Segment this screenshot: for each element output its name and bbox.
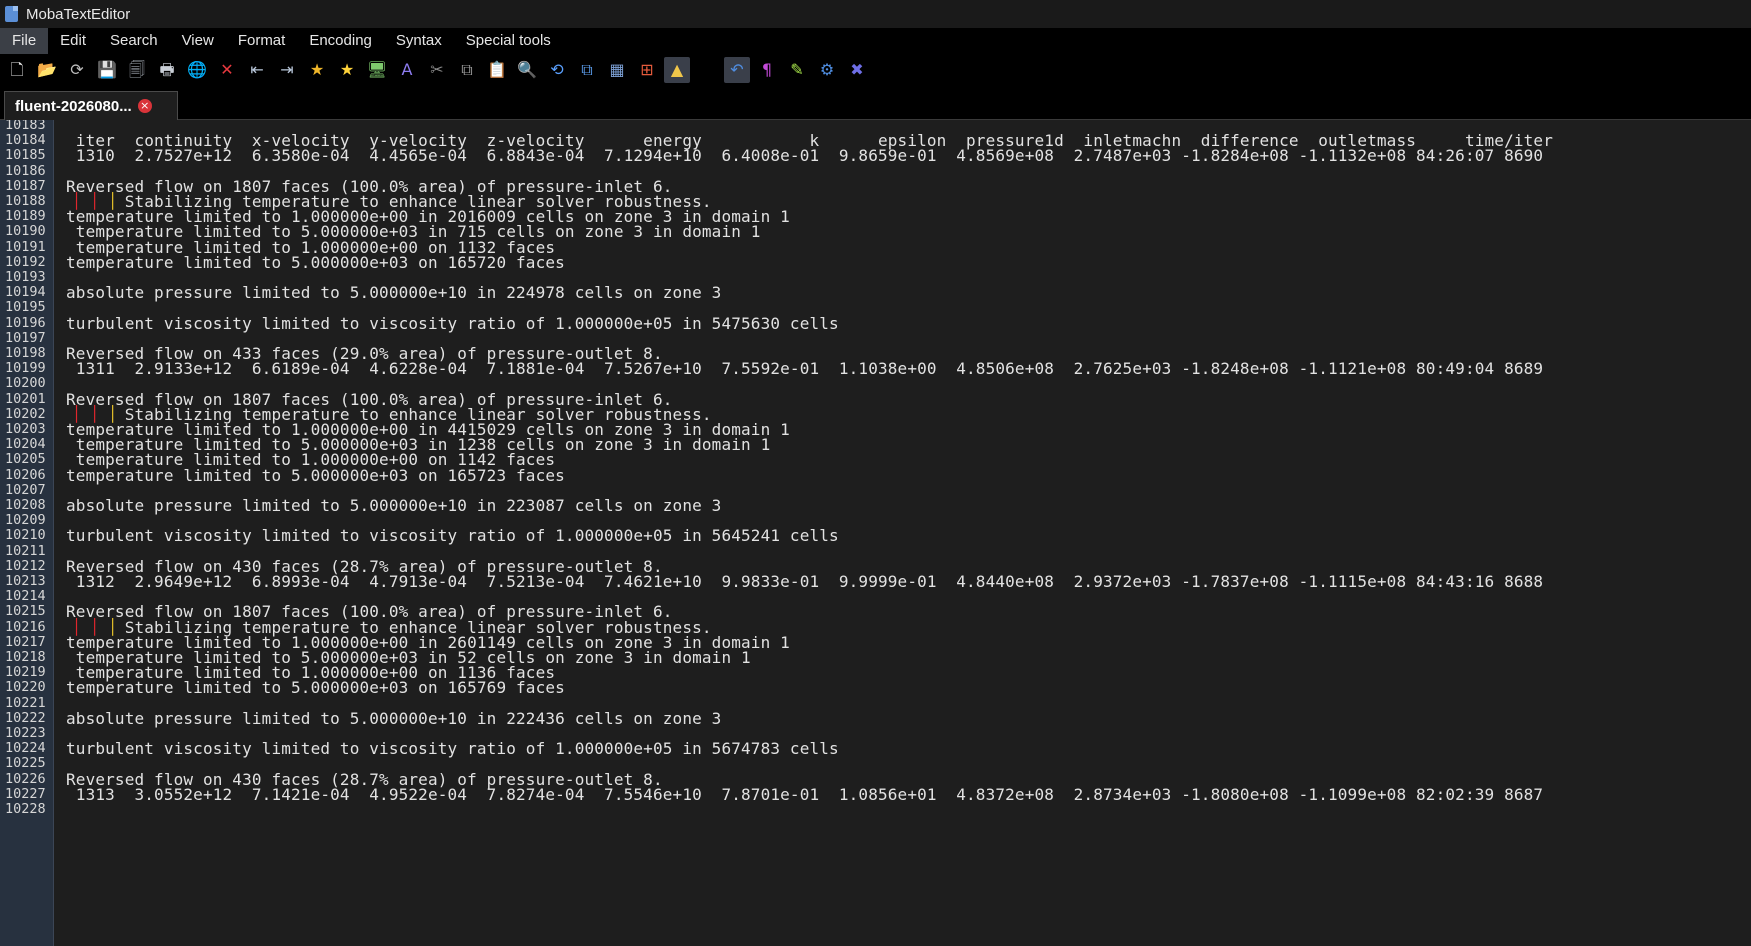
line-text: absolute pressure limited to 5.000000e+1… bbox=[66, 708, 722, 728]
title-bar: MobaTextEditor bbox=[0, 0, 1751, 28]
font-icon[interactable]: A bbox=[394, 57, 420, 83]
print-icon[interactable]: 🖶 bbox=[154, 57, 180, 83]
cut-icon[interactable]: ✂ bbox=[424, 57, 450, 83]
menu-special-tools[interactable]: Special tools bbox=[454, 28, 563, 54]
line-text: 1313 3.0552e+12 7.1421e-04 4.9522e-04 7.… bbox=[66, 784, 1544, 804]
close-icon[interactable]: ✕ bbox=[214, 57, 240, 83]
line-text: turbulent viscosity limited to viscosity… bbox=[66, 526, 839, 546]
line-text: 1310 2.7527e+12 6.3580e-04 4.4565e-04 6.… bbox=[66, 146, 1544, 166]
settings-icon[interactable]: ⚙ bbox=[814, 57, 840, 83]
save-all-icon[interactable]: 🗐 bbox=[124, 57, 150, 83]
menu-encoding[interactable]: Encoding bbox=[297, 28, 384, 54]
search-icon[interactable]: 🔍 bbox=[514, 57, 540, 83]
replace-icon[interactable]: ⟲ bbox=[544, 57, 570, 83]
open-folder-icon[interactable]: 📂 bbox=[34, 57, 60, 83]
merge-icon[interactable]: ▦ bbox=[604, 57, 630, 83]
apple-icon[interactable] bbox=[694, 57, 720, 83]
pilcrow-icon[interactable]: ¶ bbox=[754, 57, 780, 83]
indent-icon[interactable]: ⇥ bbox=[274, 57, 300, 83]
new-file-icon[interactable]: 🗋 bbox=[4, 57, 30, 83]
menu-search[interactable]: Search bbox=[98, 28, 170, 54]
linux-icon[interactable]: ▲ bbox=[664, 57, 690, 83]
tab-label: fluent-2026080... bbox=[15, 97, 132, 115]
text-editor[interactable]: 10183 10184 iter continuity x-velocity y-… bbox=[0, 120, 1751, 946]
compare-icon[interactable]: ⧉ bbox=[574, 57, 600, 83]
save-icon[interactable]: 💾 bbox=[94, 57, 120, 83]
line-text: turbulent viscosity limited to viscosity… bbox=[66, 313, 839, 333]
line-number: 10228 bbox=[5, 801, 46, 817]
highlighter-icon[interactable]: ✎ bbox=[784, 57, 810, 83]
line-text: temperature limited to 5.000000e+03 on 1… bbox=[66, 252, 565, 272]
app-icon bbox=[5, 6, 18, 22]
outdent-icon[interactable]: ⇤ bbox=[244, 57, 270, 83]
menu-format[interactable]: Format bbox=[226, 28, 298, 54]
reload-icon[interactable]: ⟳ bbox=[64, 57, 90, 83]
window-title: MobaTextEditor bbox=[26, 5, 131, 23]
menu-bar: File Edit Search View Format Encoding Syntax Sp… bbox=[0, 28, 1751, 54]
terminal-icon[interactable]: 🖥 bbox=[364, 57, 390, 83]
line-text: absolute pressure limited to 5.000000e+1… bbox=[66, 496, 722, 515]
toolbar: 🗋 📂 ⟳ 💾 🗐 🖶 🌐 ✕ ⇤ ⇥ ★ ★ 🖥 A ✂ ⧉ 📋 🔍 ⟲ ⧉ ▦ ⊞ ▲ ↶ ¶ ✎ ⚙ ✖ bbox=[0, 54, 1751, 86]
line-text: temperature limited to 5.000000e+03 on 1… bbox=[66, 465, 565, 485]
menu-view[interactable]: View bbox=[170, 28, 226, 54]
line-text: 1312 2.9649e+12 6.8993e-04 4.7913e-04 7.… bbox=[66, 572, 1544, 591]
line-text: 1311 2.9133e+12 6.6189e-04 4.6228e-04 7.… bbox=[66, 359, 1544, 379]
exit-icon[interactable]: ✖ bbox=[844, 57, 870, 83]
line-text: absolute pressure limited to 5.000000e+1… bbox=[66, 283, 722, 303]
line-text: turbulent viscosity limited to viscosity… bbox=[66, 739, 839, 759]
undo-icon[interactable]: ↶ bbox=[724, 57, 750, 83]
paste-icon[interactable]: 📋 bbox=[484, 57, 510, 83]
bookmark-star-2-icon[interactable]: ★ bbox=[334, 57, 360, 83]
copy-icon[interactable]: ⧉ bbox=[454, 57, 480, 83]
menu-edit[interactable]: Edit bbox=[48, 28, 98, 54]
globe-icon[interactable]: 🌐 bbox=[184, 57, 210, 83]
tab-close-icon[interactable]: × bbox=[137, 99, 152, 113]
bookmark-star-icon[interactable]: ★ bbox=[304, 57, 330, 83]
tab-file[interactable]: fluent-2026080... × bbox=[4, 91, 178, 120]
menu-syntax[interactable]: Syntax bbox=[384, 28, 454, 54]
menu-file[interactable]: File bbox=[0, 28, 49, 54]
windows-icon[interactable]: ⊞ bbox=[634, 57, 660, 83]
line-text: temperature limited to 5.000000e+03 on 1… bbox=[66, 678, 565, 698]
tab-bar: fluent-2026080... × bbox=[0, 86, 1751, 120]
